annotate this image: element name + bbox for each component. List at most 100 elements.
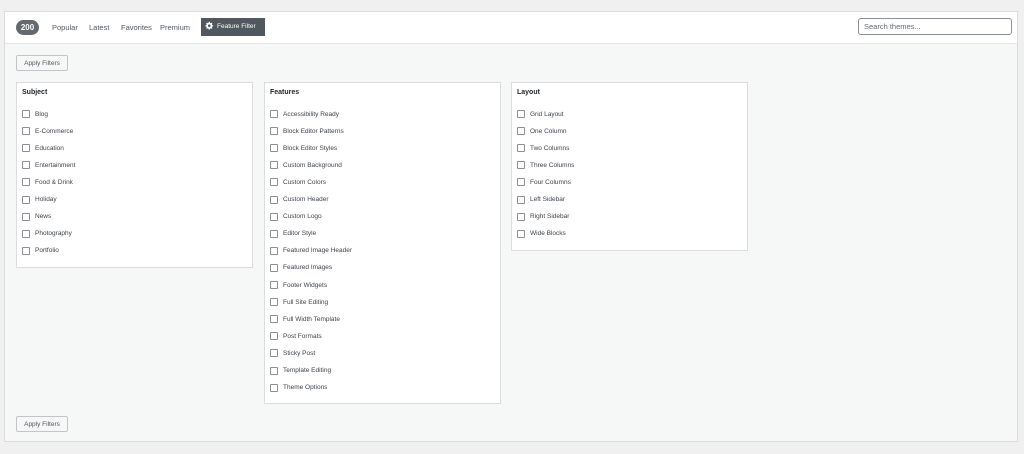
checkbox[interactable] (517, 161, 525, 170)
filter-option[interactable]: Editor Style (270, 229, 316, 239)
filter-option[interactable]: Portfolio (22, 246, 59, 256)
checkbox[interactable] (270, 178, 278, 187)
filter-option[interactable]: Left Sidebar (517, 195, 565, 205)
filter-option[interactable]: Featured Image Header (270, 246, 352, 256)
filter-option[interactable]: Accessibility Ready (270, 109, 339, 119)
checkbox[interactable] (517, 195, 525, 204)
filter-option-label: Two Columns (530, 144, 570, 152)
checkbox[interactable] (270, 315, 278, 324)
filter-option-label: Entertainment (35, 161, 76, 169)
checkbox[interactable] (517, 178, 525, 187)
filter-option[interactable]: Custom Header (270, 195, 329, 205)
filter-group-features: Features Accessibility Ready Block Editor… (264, 82, 501, 404)
checkbox[interactable] (517, 144, 525, 153)
checkbox[interactable] (22, 161, 30, 170)
tab-premium[interactable]: Premium (160, 12, 190, 43)
filter-option-label: Holiday (35, 196, 57, 203)
filter-option-label: Block Editor Patterns (283, 127, 344, 135)
checkbox[interactable] (22, 246, 30, 255)
theme-browser: 200 Popular Latest Favorites Premium Fea… (4, 11, 1018, 442)
filter-option[interactable]: E-Commerce (22, 126, 73, 136)
filter-option-label: Featured Image Header (283, 247, 353, 255)
filter-option[interactable]: Custom Logo (270, 212, 322, 222)
gear-icon (205, 21, 214, 30)
filter-option[interactable]: Post Formats (270, 331, 322, 341)
filter-option[interactable]: Custom Background (270, 160, 342, 170)
filter-group-title: Features (270, 89, 300, 96)
checkbox[interactable] (270, 281, 278, 289)
search-themes-input[interactable] (858, 18, 1012, 35)
checkbox[interactable] (270, 263, 278, 272)
checkbox[interactable] (517, 212, 525, 221)
checkbox[interactable] (270, 246, 278, 255)
filter-option[interactable]: Education (22, 143, 64, 153)
checkbox[interactable] (22, 212, 30, 221)
filter-option[interactable]: Right Sidebar (517, 212, 569, 222)
filter-option-label: Portfolio (35, 247, 59, 255)
filter-option[interactable]: News (22, 212, 51, 222)
filter-option-label: News (35, 213, 52, 221)
filter-option[interactable]: Holiday (22, 195, 57, 205)
filter-option[interactable]: One Column (517, 126, 567, 136)
checkbox[interactable] (22, 195, 30, 204)
filter-option-label: Custom Header (283, 196, 329, 203)
filter-option[interactable]: Theme Options (270, 383, 327, 393)
filter-option-label: Full Site Editing (283, 298, 329, 306)
filter-option-label: Photography (35, 230, 72, 238)
checkbox[interactable] (22, 144, 30, 153)
filter-option[interactable]: Two Columns (517, 143, 569, 153)
apply-filters-button-top[interactable]: Apply Filters (16, 55, 68, 71)
filter-option[interactable]: Full Width Template (270, 314, 340, 324)
filter-option[interactable]: Template Editing (270, 366, 331, 376)
filter-option[interactable]: Blog (22, 109, 48, 119)
checkbox[interactable] (270, 110, 278, 118)
checkbox[interactable] (22, 110, 30, 118)
filter-option[interactable]: Entertainment (22, 160, 75, 170)
feature-filter-button[interactable]: Feature Filter (201, 18, 265, 36)
filter-option[interactable]: Custom Colors (270, 177, 326, 187)
checkbox[interactable] (22, 178, 30, 187)
filter-option-label: Post Formats (283, 332, 322, 340)
filter-option[interactable]: Wide Blocks (517, 229, 566, 239)
filter-bar: 200 Popular Latest Favorites Premium Fea… (5, 12, 1017, 44)
filter-option-label: Education (35, 144, 64, 152)
filter-group-title: Subject (22, 89, 48, 96)
filter-option[interactable]: Grid Layout (517, 109, 564, 119)
filter-option-label: Sticky Post (283, 349, 316, 357)
filter-option-label: Theme Options (283, 384, 328, 392)
filter-option[interactable]: Four Columns (517, 177, 571, 187)
filter-option[interactable]: Food & Drink (22, 177, 73, 187)
filter-option[interactable]: Footer Widgets (270, 280, 327, 290)
filter-option[interactable]: Full Site Editing (270, 297, 328, 307)
checkbox[interactable] (270, 144, 278, 153)
checkbox[interactable] (270, 349, 278, 358)
checkbox[interactable] (270, 229, 278, 238)
tab-popular[interactable]: Popular (52, 12, 78, 43)
filter-option-label: Four Columns (530, 178, 571, 186)
filter-option[interactable]: Photography (22, 229, 72, 239)
checkbox[interactable] (270, 212, 278, 221)
tab-latest[interactable]: Latest (89, 12, 109, 43)
checkbox[interactable] (270, 366, 278, 375)
apply-filters-button-bottom[interactable]: Apply Filters (16, 416, 68, 432)
filter-option[interactable]: Sticky Post (270, 348, 315, 358)
filter-option[interactable]: Featured Images (270, 263, 332, 273)
checkbox[interactable] (270, 127, 278, 136)
filter-option-label: Three Columns (530, 161, 575, 169)
checkbox[interactable] (270, 383, 278, 392)
checkbox[interactable] (22, 229, 30, 238)
filter-option[interactable]: Block Editor Styles (270, 143, 337, 153)
checkbox[interactable] (517, 229, 525, 238)
filter-option-label: Grid Layout (530, 110, 564, 118)
filter-option-label: Footer Widgets (283, 281, 328, 289)
tab-favorites[interactable]: Favorites (121, 12, 152, 43)
checkbox[interactable] (270, 195, 278, 204)
filter-option[interactable]: Block Editor Patterns (270, 126, 344, 136)
checkbox[interactable] (270, 298, 278, 307)
checkbox[interactable] (270, 161, 278, 170)
checkbox[interactable] (22, 127, 30, 136)
checkbox[interactable] (517, 110, 525, 118)
filter-option[interactable]: Three Columns (517, 160, 574, 170)
checkbox[interactable] (517, 127, 525, 136)
checkbox[interactable] (270, 332, 278, 341)
